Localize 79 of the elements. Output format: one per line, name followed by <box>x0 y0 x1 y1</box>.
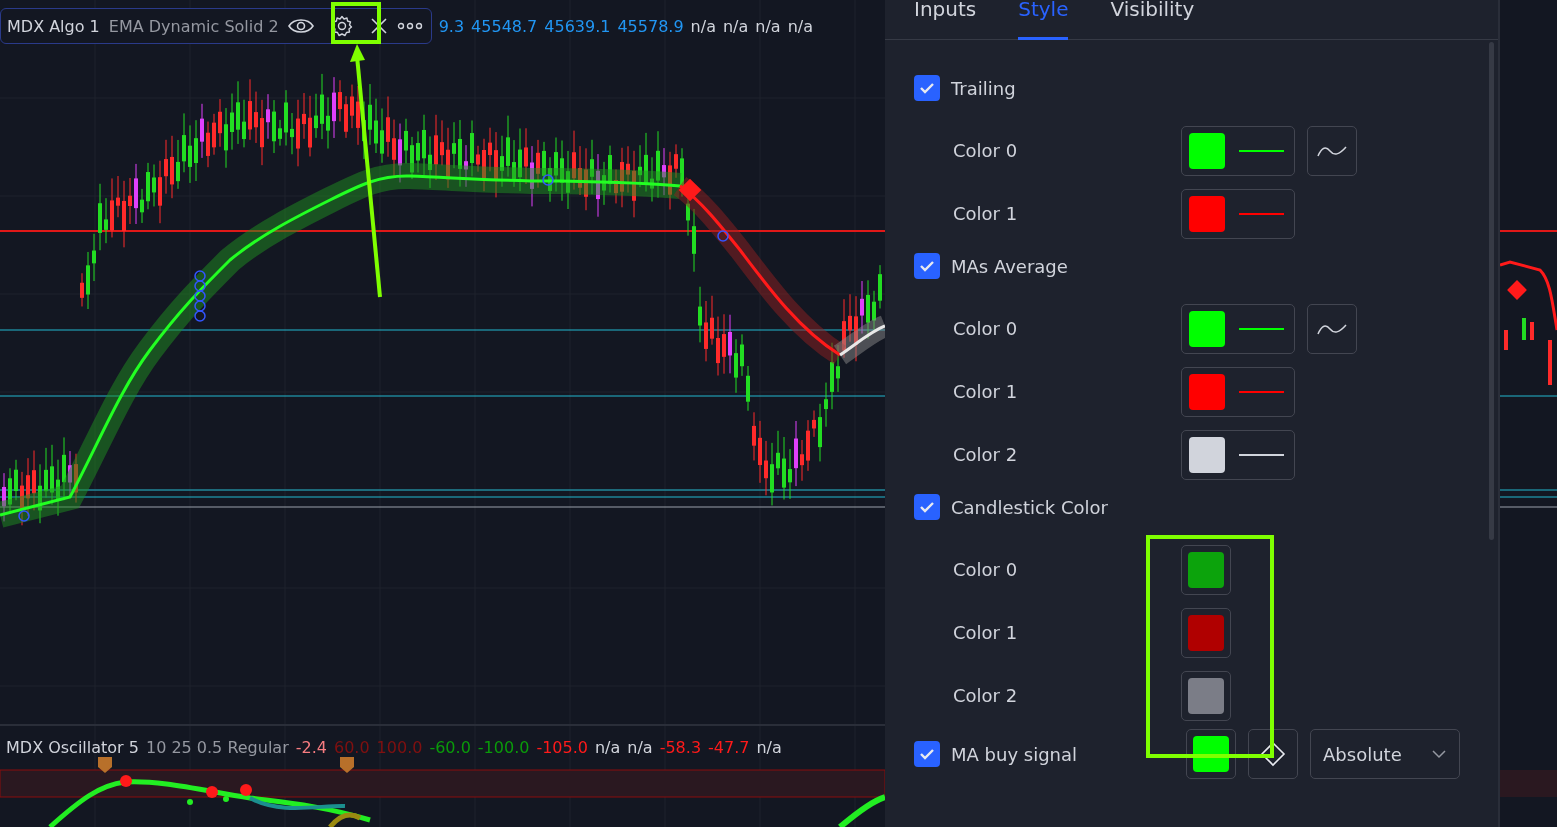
diamond-icon <box>1260 741 1287 767</box>
circle-marker <box>717 230 729 242</box>
caret-icon <box>1431 749 1448 759</box>
circle-marker-stack <box>194 270 206 322</box>
color-picker-button[interactable] <box>1181 544 1231 595</box>
color-picker-button[interactable] <box>1181 125 1295 176</box>
circle-marker <box>18 510 30 522</box>
tab[interactable]: Inputs <box>914 0 977 40</box>
line-preview <box>1239 212 1284 215</box>
color-label: Color 2 <box>953 444 1019 465</box>
legend-value: n/a <box>787 16 813 36</box>
line-preview <box>1239 390 1284 393</box>
section-label: MAs Average <box>951 255 1068 277</box>
scrollbar-thumb[interactable] <box>1489 42 1494 540</box>
legend-value: 45578.9 <box>617 16 684 36</box>
legend-value: n/a <box>690 16 716 36</box>
marker-icon <box>340 757 354 773</box>
line-preview <box>1239 327 1284 330</box>
line-preview <box>1239 453 1284 456</box>
check-icon <box>919 82 935 94</box>
color-picker-button[interactable] <box>1181 607 1231 658</box>
location-dropdown[interactable]: Absolute <box>1310 729 1461 779</box>
legend-value: -105.0 <box>536 738 588 757</box>
checkbox[interactable] <box>914 75 940 101</box>
color-label: Color 1 <box>953 381 1019 402</box>
color-picker-button[interactable] <box>1186 729 1237 779</box>
color-picker-button[interactable] <box>1181 303 1295 354</box>
check-icon <box>919 748 935 760</box>
plot-style-button[interactable] <box>1307 125 1357 176</box>
legend-value: n/a <box>755 16 781 36</box>
check-icon <box>919 501 935 513</box>
signal-diamond <box>678 178 702 202</box>
color-label: Color 1 <box>953 203 1019 224</box>
legend-value: 60.0 <box>333 738 370 757</box>
oscillator-line <box>838 794 885 827</box>
section-label: Candlestick Color <box>951 496 1108 518</box>
color-picker-button[interactable] <box>1181 188 1295 239</box>
plot-style-button[interactable] <box>1307 303 1357 354</box>
color-picker-button[interactable] <box>1181 429 1295 480</box>
color-picker-button[interactable] <box>1181 670 1231 721</box>
indicator-params: EMA Dynamic Solid 2 <box>108 16 279 36</box>
circle-marker <box>542 174 554 186</box>
eye-icon[interactable] <box>287 17 314 35</box>
legend-value: -47.7 <box>708 738 750 757</box>
color-picker-button[interactable] <box>1181 366 1295 417</box>
color-label: Color 0 <box>953 318 1019 339</box>
legend-value: n/a <box>594 738 621 757</box>
legend-value: n/a <box>756 738 782 757</box>
legend-value: 100.0 <box>376 738 423 757</box>
checkbox[interactable] <box>914 253 940 279</box>
color-label: Color 0 <box>953 140 1019 161</box>
checkbox[interactable] <box>914 494 940 520</box>
more-icon[interactable] <box>396 22 423 30</box>
legend-value: -58.3 <box>659 738 702 757</box>
color-label: Color 1 <box>953 622 1019 643</box>
indicator-params: 10 25 0.5 Regular <box>145 738 289 757</box>
line-preview <box>1239 149 1284 152</box>
check-icon <box>919 260 935 272</box>
marker-icon <box>98 757 112 773</box>
legend-value: 45548.7 <box>471 16 538 36</box>
indicator-name: MDX Algo 1 <box>7 16 100 36</box>
legend-value: 45639.1 <box>544 16 611 36</box>
legend-value: n/a <box>722 16 749 36</box>
legend-value: n/a <box>627 738 653 757</box>
checkbox[interactable] <box>914 741 940 767</box>
color-label: Color 0 <box>953 559 1019 580</box>
shape-button[interactable] <box>1248 729 1299 779</box>
indicator-name: MDX Oscillator 5 <box>6 738 139 757</box>
indicator-legend-box[interactable]: MDX Algo 1 EMA Dynamic Solid 2 <box>0 8 432 44</box>
section-label: Trailing <box>951 77 1016 99</box>
section-label: MA buy signal <box>951 743 1078 765</box>
color-label: Color 2 <box>953 685 1019 706</box>
legend-value: 9.3 <box>438 16 465 36</box>
legend-value: -100.0 <box>477 738 530 757</box>
close-icon[interactable] <box>369 17 388 35</box>
legend-value: -2.4 <box>295 738 327 757</box>
highlight-frame <box>331 2 381 44</box>
tab[interactable]: Visibility <box>1110 0 1195 40</box>
legend-value: -60.0 <box>429 738 471 757</box>
